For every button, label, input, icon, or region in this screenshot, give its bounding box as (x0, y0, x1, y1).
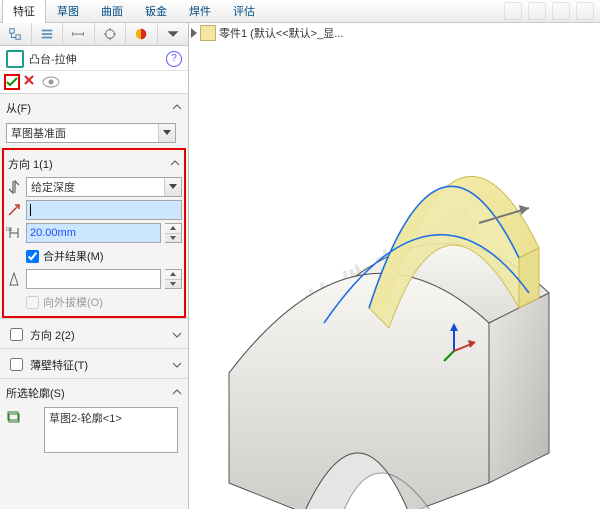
dir1-depth-row: D1 20.00mm (6, 223, 182, 243)
preview-icon[interactable] (42, 75, 60, 89)
dir1-endcond-row: 给定深度 (6, 177, 182, 197)
contour-item[interactable]: 草图2-轮廓<1> (49, 410, 173, 426)
dir1-direction-row (6, 200, 182, 220)
ok-button[interactable] (4, 74, 20, 90)
tree-icon-btn[interactable] (0, 23, 32, 45)
dir2-label: 方向 2(2) (30, 327, 75, 343)
dir1-label: 方向 1(1) (8, 156, 53, 172)
dir2-header[interactable]: 方向 2(2) (6, 323, 182, 346)
confirm-row (0, 71, 188, 93)
merge-result-label: 合并结果(M) (43, 248, 104, 264)
section-thin: 薄壁特征(T) (0, 348, 188, 378)
merge-result-input[interactable] (26, 250, 39, 263)
ribbon-tab-evaluate[interactable]: 评估 (222, 0, 266, 23)
ribbon-tab-sketch[interactable]: 草图 (46, 0, 90, 23)
from-field-row: 草图基准面 (0, 123, 188, 145)
breadcrumb-expand-icon[interactable] (191, 28, 197, 38)
thin-label: 薄壁特征(T) (30, 357, 88, 373)
end-condition-value: 给定深度 (27, 179, 164, 195)
direction-vector-input[interactable] (26, 200, 182, 220)
depth-spinner[interactable] (165, 223, 182, 243)
thin-header[interactable]: 薄壁特征(T) (6, 353, 182, 376)
dir1-draft-row (6, 269, 182, 289)
contours-label: 所选轮廓(S) (6, 385, 65, 401)
breadcrumb-part[interactable]: 零件1 (默认<<默认>_显... (219, 25, 343, 41)
ribbon: 特征 草图 曲面 钣金 焊件 评估 (0, 0, 600, 23)
dimension-icon-btn[interactable] (63, 23, 95, 45)
appearance2-icon-btn[interactable] (126, 23, 158, 45)
draft-icon[interactable] (6, 271, 22, 287)
svg-text:D1: D1 (6, 227, 13, 233)
end-condition-arrow[interactable] (164, 178, 181, 196)
ribbon-tab-feature[interactable]: 特征 (2, 0, 46, 23)
reverse-direction-icon[interactable] (6, 179, 22, 195)
settings-icon[interactable] (576, 2, 594, 20)
depth-value: 20.00mm (27, 227, 79, 239)
breadcrumb: 零件1 (默认<<默认>_显... (191, 25, 343, 41)
model-canvas (189, 23, 600, 509)
ribbon-tab-sheetmetal[interactable]: 钣金 (134, 0, 178, 23)
part-icon (200, 25, 216, 41)
section-dir2: 方向 2(2) (0, 318, 188, 348)
from-header[interactable]: 从(F) (6, 98, 182, 118)
depth-icon: D1 (6, 225, 22, 241)
contours-selection-box[interactable]: 草图2-轮廓<1> (44, 407, 178, 453)
end-condition-dropdown[interactable]: 给定深度 (26, 177, 182, 197)
draft-outward-input (26, 296, 39, 309)
property-panel: 凸台-拉伸 ? 从(F) 草图基准面 方向 1(1) (0, 23, 189, 509)
target-icon-btn[interactable] (95, 23, 127, 45)
from-value: 草图基准面 (7, 125, 158, 141)
feature-title-row: 凸台-拉伸 ? (0, 46, 188, 71)
draft-outward-label: 向外拔模(O) (43, 294, 103, 310)
draft-angle-input[interactable] (26, 269, 161, 289)
cancel-button[interactable] (23, 74, 39, 90)
contour-icon (6, 409, 22, 425)
ribbon-tab-surface[interactable]: 曲面 (90, 0, 134, 23)
from-dropdown-arrow[interactable] (158, 124, 175, 142)
section-contours: 所选轮廓(S) (0, 378, 188, 405)
detail-icon-btn[interactable] (32, 23, 64, 45)
dir2-checkbox[interactable] (10, 328, 23, 341)
view-triad[interactable] (442, 323, 478, 363)
draft-spinner[interactable] (165, 269, 182, 289)
help-icon[interactable]: ? (166, 51, 182, 67)
draft-outward-checkbox: 向外拔模(O) (6, 292, 182, 312)
boss-extrude-icon (6, 50, 24, 68)
dir1-header[interactable]: 方向 1(1) (8, 154, 180, 174)
merge-result-checkbox[interactable]: 合并结果(M) (6, 246, 182, 266)
from-dropdown[interactable]: 草图基准面 (6, 123, 176, 143)
depth-input[interactable]: 20.00mm (26, 223, 161, 243)
display-icon[interactable] (504, 2, 522, 20)
direction-vector-icon[interactable] (6, 202, 22, 218)
feature-title: 凸台-拉伸 (29, 51, 77, 67)
contours-body: 草图2-轮廓<1> (0, 405, 188, 457)
appearance-icon[interactable] (528, 2, 546, 20)
section-dir1: 方向 1(1) (6, 152, 182, 174)
view-icon[interactable] (552, 2, 570, 20)
from-label: 从(F) (6, 100, 31, 116)
thin-checkbox[interactable] (10, 358, 23, 371)
ribbon-tab-weldment[interactable]: 焊件 (178, 0, 222, 23)
direction1-highlight: 方向 1(1) 给定深度 D1 20.00mm (2, 148, 186, 318)
contours-header[interactable]: 所选轮廓(S) (6, 383, 182, 403)
panel-toolbar (0, 23, 188, 46)
overflow-icon-btn[interactable] (158, 23, 189, 45)
ribbon-right-icons (504, 2, 600, 20)
section-from: 从(F) (0, 93, 188, 120)
viewport[interactable]: 零件1 (默认<<默认>_显... 软件自学网 WWW.RJZXW.COM (189, 23, 600, 509)
